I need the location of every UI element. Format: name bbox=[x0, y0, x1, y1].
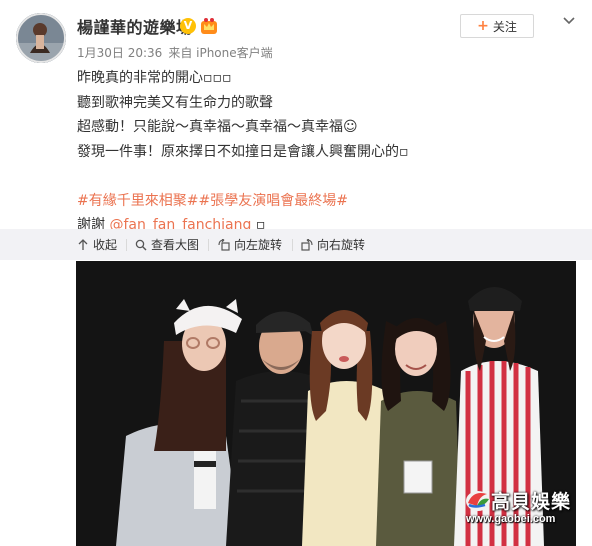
rotate-right-label: 向右旋转 bbox=[317, 238, 366, 252]
post-time[interactable]: 1月30日 20:36 bbox=[77, 44, 162, 61]
topic-hashtags[interactable]: #有緣千里來相聚##張學友演唱會最終場# bbox=[77, 189, 577, 214]
image-toolbar: 收起 查看大图 向左旋转 向右旋转 bbox=[0, 229, 592, 260]
weibo-post-card: 楊謹華的遊樂場 V + 关注 1月30日 20:36 来自 iPhone客户端 … bbox=[0, 0, 592, 546]
verified-icon: V bbox=[180, 18, 196, 34]
collapse-button[interactable]: 收起 bbox=[77, 236, 117, 253]
follow-button[interactable]: + 关注 bbox=[460, 14, 534, 38]
search-icon bbox=[135, 239, 147, 250]
rotate-right-icon bbox=[301, 238, 313, 251]
divider bbox=[126, 239, 127, 251]
avatar[interactable] bbox=[16, 13, 66, 63]
post-source: 来自 iPhone客户端 bbox=[168, 46, 273, 60]
post-line: 發現一件事！原來擇日不如撞日是會讓人興奮開心的▫ bbox=[77, 143, 409, 160]
divider bbox=[292, 239, 293, 251]
divider bbox=[208, 239, 209, 251]
post-meta: 1月30日 20:36 来自 iPhone客户端 bbox=[77, 44, 273, 61]
post-photo[interactable]: 高貝娛樂 www.gaobei.com bbox=[76, 261, 576, 546]
post-line: 超感動！只能說～真幸福～真幸福～真幸福☺ bbox=[77, 119, 358, 135]
plus-icon: + bbox=[477, 18, 489, 34]
watermark-logo-icon bbox=[466, 491, 490, 511]
rotate-left-icon bbox=[218, 238, 230, 251]
watermark-title: 高貝娛樂 bbox=[491, 491, 572, 513]
rotate-left-label: 向左旋转 bbox=[234, 238, 283, 252]
view-large-button[interactable]: 查看大图 bbox=[135, 236, 199, 253]
follow-label: 关注 bbox=[492, 19, 517, 34]
vip-crown-icon bbox=[201, 18, 217, 34]
rotate-left-button[interactable]: 向左旋转 bbox=[218, 236, 282, 253]
arrow-up-icon bbox=[78, 238, 88, 250]
person-figure bbox=[376, 318, 461, 546]
post-content: 昨晚真的非常的開心▫▫▫ 聽到歌神完美又有生命力的歌聲 超感動！只能說～真幸福～… bbox=[77, 66, 577, 238]
post-line: 聽到歌神完美又有生命力的歌聲 bbox=[77, 94, 273, 111]
rotate-right-button[interactable]: 向右旋转 bbox=[301, 236, 365, 253]
view-large-label: 查看大图 bbox=[151, 238, 200, 252]
post-line: 昨晚真的非常的開心▫▫▫ bbox=[77, 70, 232, 86]
collapse-label: 收起 bbox=[93, 238, 118, 252]
watermark: 高貝娛樂 www.gaobei.com bbox=[463, 487, 575, 527]
watermark-url: www.gaobei.com bbox=[466, 513, 556, 525]
chevron-down-icon[interactable] bbox=[562, 14, 576, 28]
author-name[interactable]: 楊謹華的遊樂場 bbox=[77, 14, 193, 38]
